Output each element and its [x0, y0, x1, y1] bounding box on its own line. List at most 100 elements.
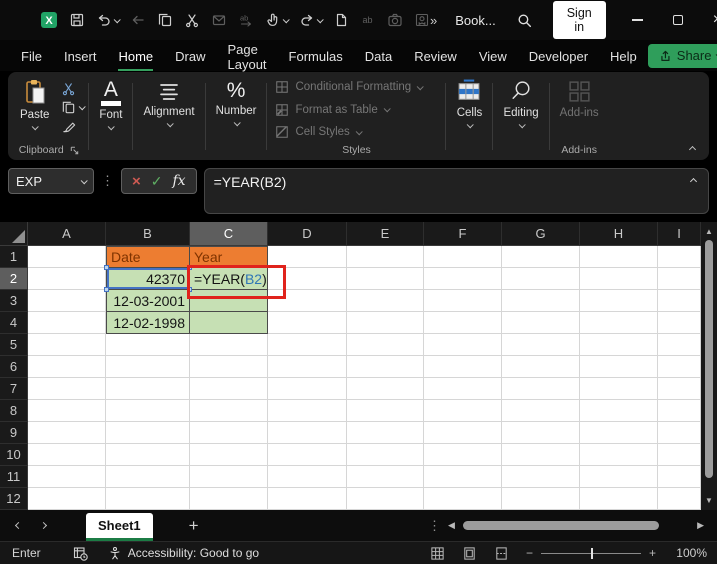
- cell-H8[interactable]: [580, 400, 658, 422]
- cell-C4[interactable]: [190, 312, 268, 334]
- paste-button[interactable]: Paste: [14, 79, 55, 131]
- page-layout-view-icon[interactable]: [462, 546, 477, 561]
- cell-A10[interactable]: [28, 444, 106, 466]
- tab-file[interactable]: File: [10, 43, 53, 68]
- col-header-G[interactable]: G: [502, 222, 580, 246]
- row-header-3[interactable]: 3: [0, 290, 28, 312]
- cell-F4[interactable]: [424, 312, 502, 334]
- col-header-C[interactable]: C: [190, 222, 268, 246]
- cell-B1[interactable]: Date: [106, 246, 190, 268]
- cell-C5[interactable]: [190, 334, 268, 356]
- format-painter-button[interactable]: [61, 119, 77, 134]
- row-header-12[interactable]: 12: [0, 488, 28, 510]
- undo-dropdown-chevron[interactable]: [113, 15, 121, 23]
- share-button[interactable]: Share: [647, 43, 717, 68]
- cell-A1[interactable]: [28, 246, 106, 268]
- row-header-9[interactable]: 9: [0, 422, 28, 444]
- cell-E5[interactable]: [347, 334, 424, 356]
- cell-A2[interactable]: [28, 268, 106, 290]
- tab-help[interactable]: Help: [599, 43, 648, 68]
- cell-A5[interactable]: [28, 334, 106, 356]
- cell-H12[interactable]: [580, 488, 658, 510]
- cell-I5[interactable]: [658, 334, 701, 356]
- tab-formulas[interactable]: Formulas: [278, 43, 354, 68]
- row-header-10[interactable]: 10: [0, 444, 28, 466]
- cell-C12[interactable]: [190, 488, 268, 510]
- cell-G10[interactable]: [502, 444, 580, 466]
- font-button[interactable]: A Font: [93, 79, 128, 131]
- prev-sheet-chevron[interactable]: [14, 521, 23, 530]
- cell-D6[interactable]: [268, 356, 347, 378]
- cell-H7[interactable]: [580, 378, 658, 400]
- scroll-left-icon[interactable]: ◀: [448, 521, 455, 530]
- clipboard-dialog-launcher-icon[interactable]: [69, 145, 80, 156]
- cell-B11[interactable]: [106, 466, 190, 488]
- zoom-out-icon[interactable]: −: [526, 546, 533, 560]
- row-header-8[interactable]: 8: [0, 400, 28, 422]
- cell-G11[interactable]: [502, 466, 580, 488]
- cell-D12[interactable]: [268, 488, 347, 510]
- copy-button[interactable]: [61, 100, 87, 115]
- touch-mode-dropdown-chevron[interactable]: [282, 15, 290, 23]
- cut-button[interactable]: [61, 81, 76, 96]
- row-header-1[interactable]: 1: [0, 246, 28, 268]
- enter-check-icon[interactable]: ✓: [151, 174, 163, 188]
- cell-C1[interactable]: Year: [190, 246, 268, 268]
- cell-B8[interactable]: [106, 400, 190, 422]
- select-all-corner[interactable]: [0, 222, 28, 246]
- cell-H2[interactable]: [580, 268, 658, 290]
- cut-icon[interactable]: [184, 12, 200, 28]
- col-header-B[interactable]: B: [106, 222, 190, 246]
- cell-F3[interactable]: [424, 290, 502, 312]
- cell-B9[interactable]: [106, 422, 190, 444]
- cell-E3[interactable]: [347, 290, 424, 312]
- cell-D11[interactable]: [268, 466, 347, 488]
- cell-E8[interactable]: [347, 400, 424, 422]
- col-header-F[interactable]: F: [424, 222, 502, 246]
- row-header-5[interactable]: 5: [0, 334, 28, 356]
- cell-B5[interactable]: [106, 334, 190, 356]
- cell-E9[interactable]: [347, 422, 424, 444]
- formula-input[interactable]: =YEAR(B2): [203, 168, 709, 214]
- new-document-icon[interactable]: [333, 12, 349, 28]
- add-sheet-button[interactable]: +: [189, 516, 199, 536]
- cell-E12[interactable]: [347, 488, 424, 510]
- cell-C6[interactable]: [190, 356, 268, 378]
- cell-F12[interactable]: [424, 488, 502, 510]
- copy-icon[interactable]: [157, 12, 173, 28]
- row-header-6[interactable]: 6: [0, 356, 28, 378]
- cell-I3[interactable]: [658, 290, 701, 312]
- horizontal-scrollbar[interactable]: ◀ ▶: [448, 518, 704, 533]
- cell-G2[interactable]: [502, 268, 580, 290]
- maximize-button[interactable]: [672, 15, 683, 25]
- scroll-right-icon[interactable]: ▶: [697, 521, 704, 530]
- cell-C7[interactable]: [190, 378, 268, 400]
- cell-B12[interactable]: [106, 488, 190, 510]
- tab-review[interactable]: Review: [403, 43, 468, 68]
- insert-function-icon[interactable]: fx: [173, 173, 186, 189]
- cell-I4[interactable]: [658, 312, 701, 334]
- cell-E10[interactable]: [347, 444, 424, 466]
- row-header-11[interactable]: 11: [0, 466, 28, 488]
- cell-I10[interactable]: [658, 444, 701, 466]
- cell-C3[interactable]: [190, 290, 268, 312]
- cell-E7[interactable]: [347, 378, 424, 400]
- cell-G5[interactable]: [502, 334, 580, 356]
- toolbar-overflow-icon[interactable]: »: [430, 13, 437, 28]
- cell-I6[interactable]: [658, 356, 701, 378]
- cell-G8[interactable]: [502, 400, 580, 422]
- page-break-preview-icon[interactable]: [494, 546, 509, 561]
- cell-D2[interactable]: [268, 268, 347, 290]
- number-button[interactable]: % Number: [210, 79, 263, 127]
- cell-F1[interactable]: [424, 246, 502, 268]
- touch-mode-icon[interactable]: [265, 12, 290, 28]
- cell-A4[interactable]: [28, 312, 106, 334]
- cell-F8[interactable]: [424, 400, 502, 422]
- cell-H11[interactable]: [580, 466, 658, 488]
- accessibility-status[interactable]: Accessibility: Good to go: [108, 546, 259, 561]
- cell-B10[interactable]: [106, 444, 190, 466]
- cell-H10[interactable]: [580, 444, 658, 466]
- alignment-button[interactable]: Alignment: [137, 79, 200, 128]
- cell-C2[interactable]: =YEAR(B2): [187, 265, 286, 299]
- cell-D3[interactable]: [268, 290, 347, 312]
